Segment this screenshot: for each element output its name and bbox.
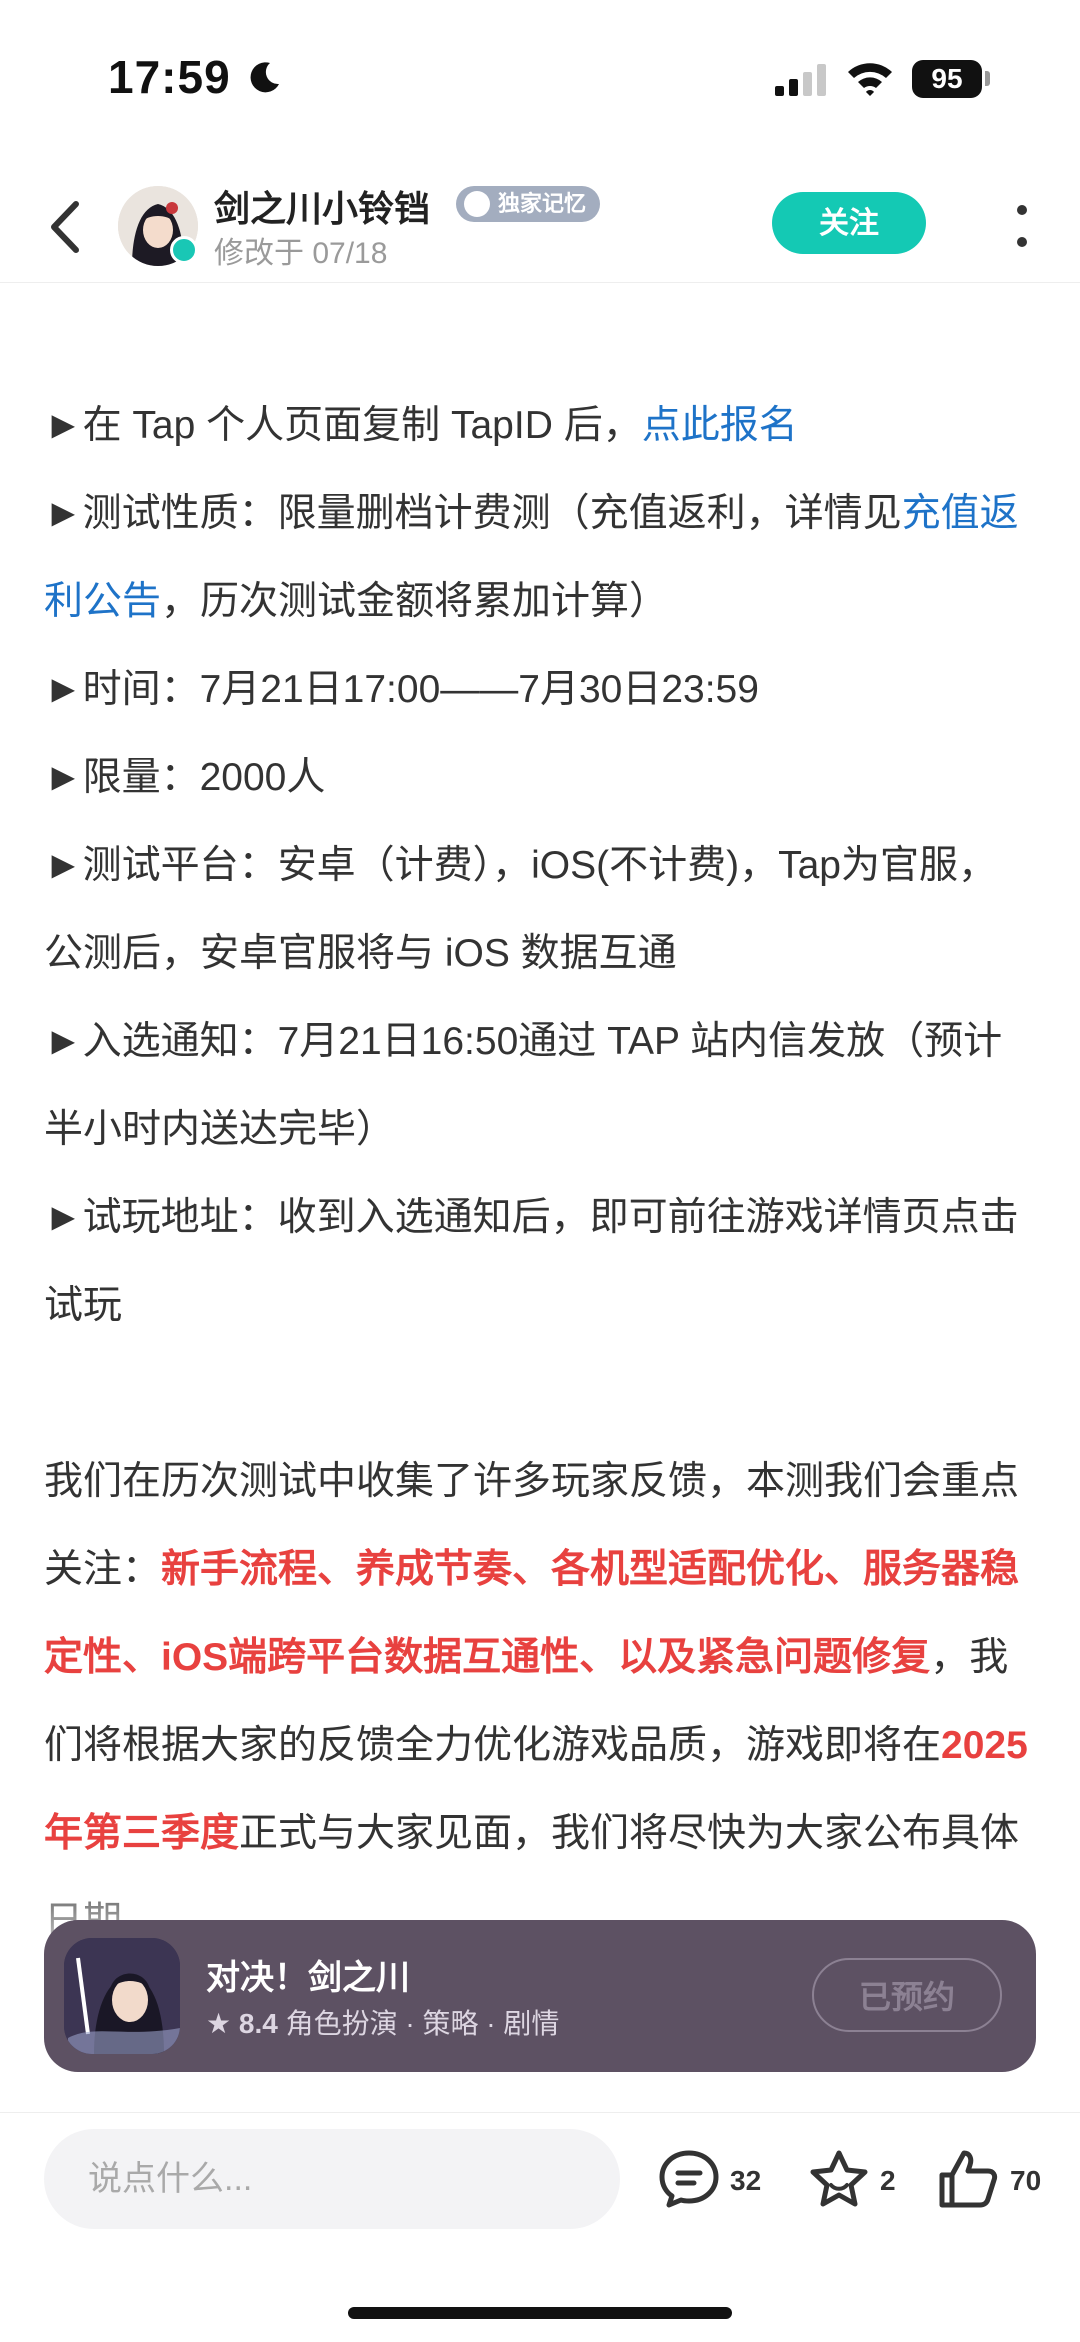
- status-bar: 17:59 95: [0, 0, 1080, 150]
- game-art-icon: [64, 1938, 180, 2054]
- article-line: ►入选通知：7月21日16:50通过 TAP 站内信发放（预计半小时内送达完毕）: [44, 1020, 1003, 1151]
- follow-button[interactable]: 关注: [772, 192, 926, 254]
- text-segment: ►在 Tap 个人页面复制 TapID 后，: [44, 404, 642, 447]
- signal-icon: [775, 64, 826, 96]
- comment-count: 32: [730, 2165, 762, 2196]
- gamepad-icon: [464, 191, 490, 217]
- author-name[interactable]: 剑之川小铃铛: [214, 180, 430, 232]
- game-title: 对决！剑之川: [206, 1959, 410, 1997]
- comment-input[interactable]: [44, 2129, 620, 2229]
- verified-check-icon: [170, 236, 198, 264]
- article-line: ►试玩地址：收到入选通知后，即可前往游戏详情页点击试玩: [44, 1196, 1019, 1327]
- article-line: ►在 Tap 个人页面复制 TapID 后，点此报名: [44, 382, 1034, 470]
- battery-indicator: 95: [912, 60, 982, 98]
- status-time: 17:59: [108, 51, 231, 103]
- game-tags: 角色扮演 · 策略 · 剧情: [285, 2008, 560, 2039]
- game-card[interactable]: 对决！剑之川 ★ 8.4 角色扮演 · 策略 · 剧情 已预约: [44, 1920, 1036, 2072]
- article-line: ►时间：7月21日17:00——7月30日23:59: [44, 668, 759, 711]
- highlight-text: 新手流程、养成节奏、各机型适配优化、服务器稳定性、iOS端跨平台数据互通性、以及…: [44, 1548, 1020, 1679]
- like-count: 70: [1010, 2165, 1042, 2196]
- text-segment: ，历次测试金额将累加计算）: [161, 580, 669, 623]
- game-rating: 8.4: [238, 2008, 278, 2039]
- game-meta: ★ 8.4 角色扮演 · 策略 · 剧情: [206, 2002, 559, 2042]
- modified-date: 修改于 07/18: [214, 237, 388, 270]
- signup-link[interactable]: 点此报名: [642, 404, 798, 447]
- exclusive-memory-badge[interactable]: 独家记忆: [456, 186, 601, 222]
- game-icon: [64, 1938, 180, 2054]
- article-line: ►测试平台：安卓（计费），iOS(不计费)，Tap为官服，公测后，安卓官服将与 …: [44, 844, 997, 975]
- text-segment: ►测试性质：限量删档计费测（充值返利，详情见: [44, 492, 902, 535]
- article-line: ►测试性质：限量删档计费测（充值返利，详情见充值返利公告，历次测试金额将累加计算…: [44, 470, 1034, 646]
- home-indicator[interactable]: [348, 2307, 732, 2319]
- article-line: ►限量：2000人: [44, 756, 326, 799]
- wifi-icon: [848, 63, 892, 96]
- post-header: 剑之川小铃铛 独家记忆 修改于 07/18 关注: [0, 170, 1080, 283]
- back-arrow-icon[interactable]: [42, 192, 92, 262]
- comment-icon: [659, 2150, 719, 2208]
- star-outline-icon: [810, 2150, 868, 2207]
- thumbs-up-icon: [939, 2150, 998, 2208]
- star-icon: ★: [206, 2008, 232, 2039]
- badge-label: 独家记忆: [498, 191, 587, 216]
- moon-icon: [250, 62, 279, 93]
- favorite-count: 2: [880, 2165, 896, 2196]
- battery-tip: [985, 71, 990, 86]
- bottom-action-bar: 32 2 70: [0, 2112, 1080, 2342]
- more-options-icon[interactable]: [1010, 196, 1034, 256]
- article-body: ►在 Tap 个人页面复制 TapID 后，点此报名 ►测试性质：限量删档计费测…: [44, 382, 1034, 1966]
- reserved-button[interactable]: 已预约: [812, 1958, 1002, 2032]
